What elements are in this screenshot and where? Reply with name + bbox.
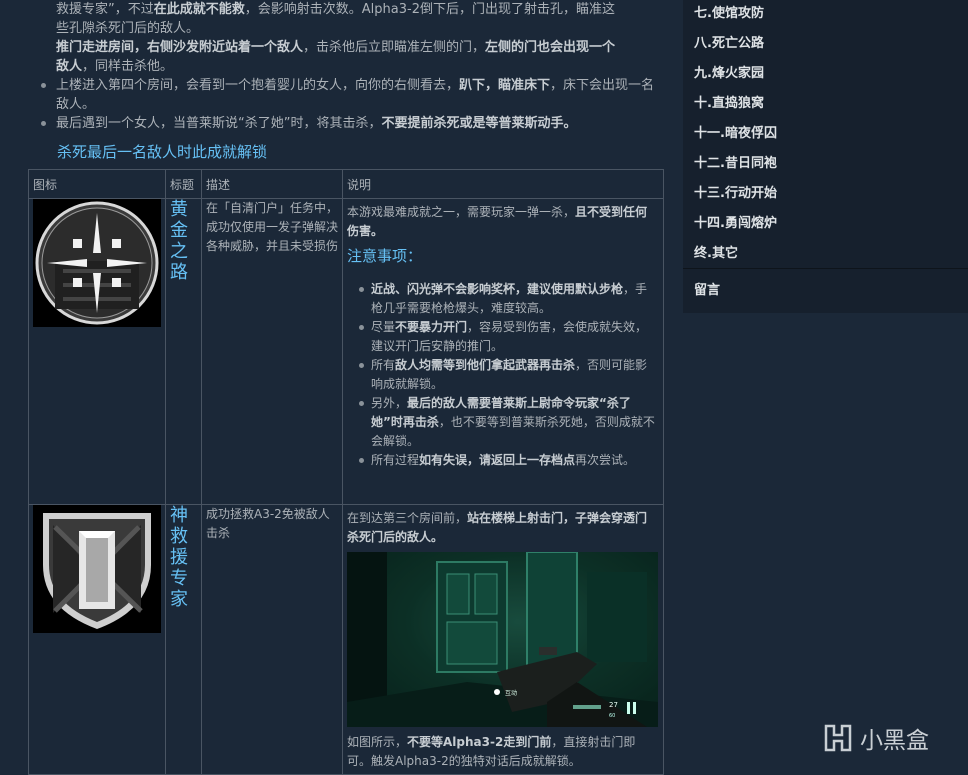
toc-item[interactable]: 十一.暗夜俘囚 <box>694 122 777 141</box>
text: ，击杀他后立即瞄准左侧的门， <box>303 40 486 55</box>
icon-cell <box>28 504 166 775</box>
table-row: 神救援专家 成功拯救A3-2免被敌人击杀 在到达第三个房间前，站在楼梯上射击门，… <box>28 504 664 775</box>
note-heading: 注意事项： <box>347 247 423 265</box>
list-item: 上楼进入第四个房间，会看到一个抱着婴儿的女人，向你的右侧看去，趴下，瞄准床下，床… <box>38 76 663 114</box>
list-item: 所有过程如有失误，请返回上一存档点再次尝试。 <box>347 451 658 470</box>
article-content: 救援专家”，不过在此成就不能救，会影响射击次数。Alpha3-2倒下后，门出现了… <box>0 0 680 775</box>
note-list: 近战、闪光弹不会影响奖杯，建议使用默认步枪，手枪几乎需要枪枪爆头，难度较高。 尽… <box>347 280 658 470</box>
list-item: 最后遇到一个女人，当普莱斯说“杀了她”时，将其击杀，不要提前杀死或是等普莱斯动手… <box>38 114 663 133</box>
shield-door-badge-icon <box>33 505 161 633</box>
note-cell: 本游戏最难成就之一，需要玩家一弹一杀，且不受到任何伤害。 注意事项： 近战、闪光… <box>342 198 664 505</box>
hud-ammo: 27 <box>609 701 618 709</box>
text: ，同样击杀他。 <box>82 59 174 74</box>
title-cell: 神救援专家 <box>165 504 202 775</box>
note-summary: 本游戏最难成就之一，需要玩家一弹一杀，且不受到任何伤害。 <box>347 205 648 238</box>
bold-text: 敌人 <box>56 59 83 74</box>
text: 救援专家”，不过 <box>56 2 154 17</box>
intro-paragraph: 救援专家”，不过在此成就不能救，会影响射击次数。Alpha3-2倒下后，门出现了… <box>56 0 663 76</box>
hud-reserve: 60 <box>609 713 615 719</box>
column-header: 描述 <box>201 169 343 199</box>
achievement-title: 神救援专家 <box>170 505 188 610</box>
toc-item[interactable]: 十二.昔日同袍 <box>694 152 777 171</box>
toc-item[interactable]: 九.烽火家园 <box>694 62 764 81</box>
toc-item[interactable]: 十三.行动开始 <box>694 182 777 201</box>
bold-text: 推门走进房间，右侧沙发附近站着一个敌人 <box>56 40 304 55</box>
table-row: 黄金之路 在「自清门户」任务中，成功仅使用一发子弹解决各种威胁，并且未受损伤 本… <box>28 198 664 505</box>
guide-intro: 救援专家”，不过在此成就不能救，会影响射击次数。Alpha3-2倒下后，门出现了… <box>38 0 663 133</box>
column-header: 图标 <box>28 169 166 199</box>
crosshair-badge-icon <box>33 199 161 327</box>
list-item: 所有敌人均需等到他们拿起武器再击杀，否则可能影响成就解锁。 <box>347 356 658 394</box>
list-item: 近战、闪光弹不会影响奖杯，建议使用默认步枪，手枪几乎需要枪枪爆头，难度较高。 <box>347 280 658 318</box>
icon-cell <box>28 198 166 505</box>
text: ，会影响射击次数。Alpha3-2倒下后，门出现了射击孔，瞄准这 <box>244 2 615 17</box>
list-item: 另外，最后的敌人需要普莱斯上尉命令玩家“杀了她”时再击杀，也不要等到普莱斯杀死她… <box>347 394 658 451</box>
watermark: 小黑盒 <box>822 721 929 755</box>
note-cell: 在到达第三个房间前，站在楼梯上射击门，子弹会穿透门杀死门后的敌人。 互动 27 … <box>342 504 664 775</box>
table-of-contents: 七.使馆攻防 八.死亡公路 九.烽火家园 十.直捣狼窝 十一.暗夜俘囚 十二.昔… <box>683 0 968 313</box>
gameplay-screenshot: 互动 27 60 <box>347 552 658 727</box>
column-header: 说明 <box>342 169 664 199</box>
title-cell: 黄金之路 <box>165 198 202 505</box>
toc-item[interactable]: 八.死亡公路 <box>694 32 764 51</box>
table-header-row: 图标 标题 描述 说明 <box>28 169 664 199</box>
svg-text:互动: 互动 <box>505 690 517 697</box>
note-summary: 在到达第三个房间前，站在楼梯上射击门，子弹会穿透门杀死门后的敌人。 <box>347 511 648 544</box>
watermark-text: 小黑盒 <box>860 728 929 754</box>
achievement-table: 图标 标题 描述 说明 黄金之路 在「自清门户」任务中，成功仅使用一发子弹解决各… <box>28 169 664 775</box>
unlock-condition: 杀死最后一名敌人时此成就解锁 <box>57 143 268 161</box>
toc-item[interactable]: 七.使馆攻防 <box>694 2 764 21</box>
comments-link[interactable]: 留言 <box>694 279 720 298</box>
heybox-logo-icon <box>824 724 852 752</box>
intro-list: 上楼进入第四个房间，会看到一个抱着婴儿的女人，向你的右侧看去，趴下，瞄准床下，床… <box>38 76 663 133</box>
text: 些孔隙杀死门后的敌人。 <box>56 21 200 36</box>
achievement-description: 在「自清门户」任务中，成功仅使用一发子弹解决各种威胁，并且未受损伤 <box>201 198 343 505</box>
screenshot-caption: 如图所示，不要等Alpha3-2走到门前，直接射击门即可。触发Alpha3-2的… <box>347 735 636 768</box>
achievement-title: 黄金之路 <box>170 199 188 283</box>
divider <box>683 268 968 269</box>
column-header: 标题 <box>165 169 202 199</box>
toc-item[interactable]: 十四.勇闯熔炉 <box>694 212 777 231</box>
toc-item[interactable]: 十.直捣狼窝 <box>694 92 764 111</box>
bold-text: 左侧的门也会出现一个 <box>485 40 616 55</box>
achievement-description: 成功拯救A3-2免被敌人击杀 <box>201 504 343 775</box>
bold-text: 在此成就不能救 <box>153 2 245 17</box>
toc-item[interactable]: 终.其它 <box>694 242 738 261</box>
list-item: 尽量不要暴力开门，容易受到伤害，会使成就失效，建议开门后安静的推门。 <box>347 318 658 356</box>
